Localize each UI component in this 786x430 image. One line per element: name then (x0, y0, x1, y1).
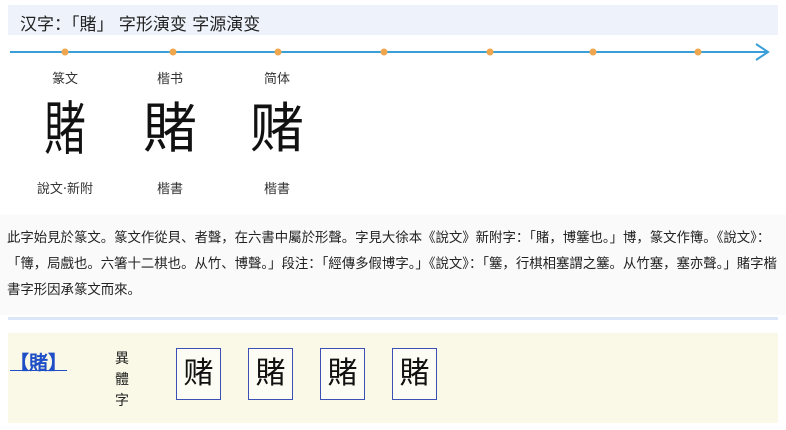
era-label-seal: 篆文 (51, 72, 78, 87)
timeline-dot (486, 48, 494, 56)
timeline-dot (589, 48, 597, 56)
script-label-kaishu: 楷書 (156, 182, 183, 197)
page-title: 汉字：「賭」 字形演变 字源演变 (20, 15, 261, 35)
evolution-timeline (10, 43, 770, 61)
script-label-seal: 說文‧新附 (36, 182, 94, 197)
glyph-simplified[interactable]: 赌 (227, 90, 327, 168)
script-label-simplified: 楷書 (263, 182, 290, 197)
variants-label: 異體字 (115, 351, 129, 409)
timeline-dot (169, 48, 177, 56)
timeline-dot (380, 48, 388, 56)
glyph-seal[interactable]: 賭 (29, 90, 101, 168)
section-divider (8, 317, 778, 320)
variant-box[interactable]: 賭 (392, 348, 437, 400)
variant-box[interactable]: 賭 (248, 348, 293, 400)
variant-char-link[interactable]: 【賭】 (10, 348, 67, 375)
variants-panel: 【賭】 異體字 赌 賭 賭 賭 (8, 333, 778, 423)
description-section: 此字始見於篆文。篆文作從貝、者聲，在六書中屬於形聲。字見大徐本《說文》新附字：「… (0, 215, 786, 315)
era-label-simplified: 简体 (263, 72, 290, 87)
timeline-dot (694, 48, 702, 56)
era-label-kaishu: 楷书 (156, 72, 183, 87)
variant-box[interactable]: 赌 (176, 348, 221, 400)
title-bar: 汉字：「賭」 字形演变 字源演变 (8, 5, 778, 35)
glyph-kaishu[interactable]: 賭 (120, 90, 220, 168)
etymology-text: 此字始見於篆文。篆文作從貝、者聲，在六書中屬於形聲。字見大徐本《說文》新附字：「… (7, 231, 777, 298)
timeline-dot (61, 48, 69, 56)
timeline-dot (274, 48, 282, 56)
variant-box[interactable]: 賭 (320, 348, 365, 400)
